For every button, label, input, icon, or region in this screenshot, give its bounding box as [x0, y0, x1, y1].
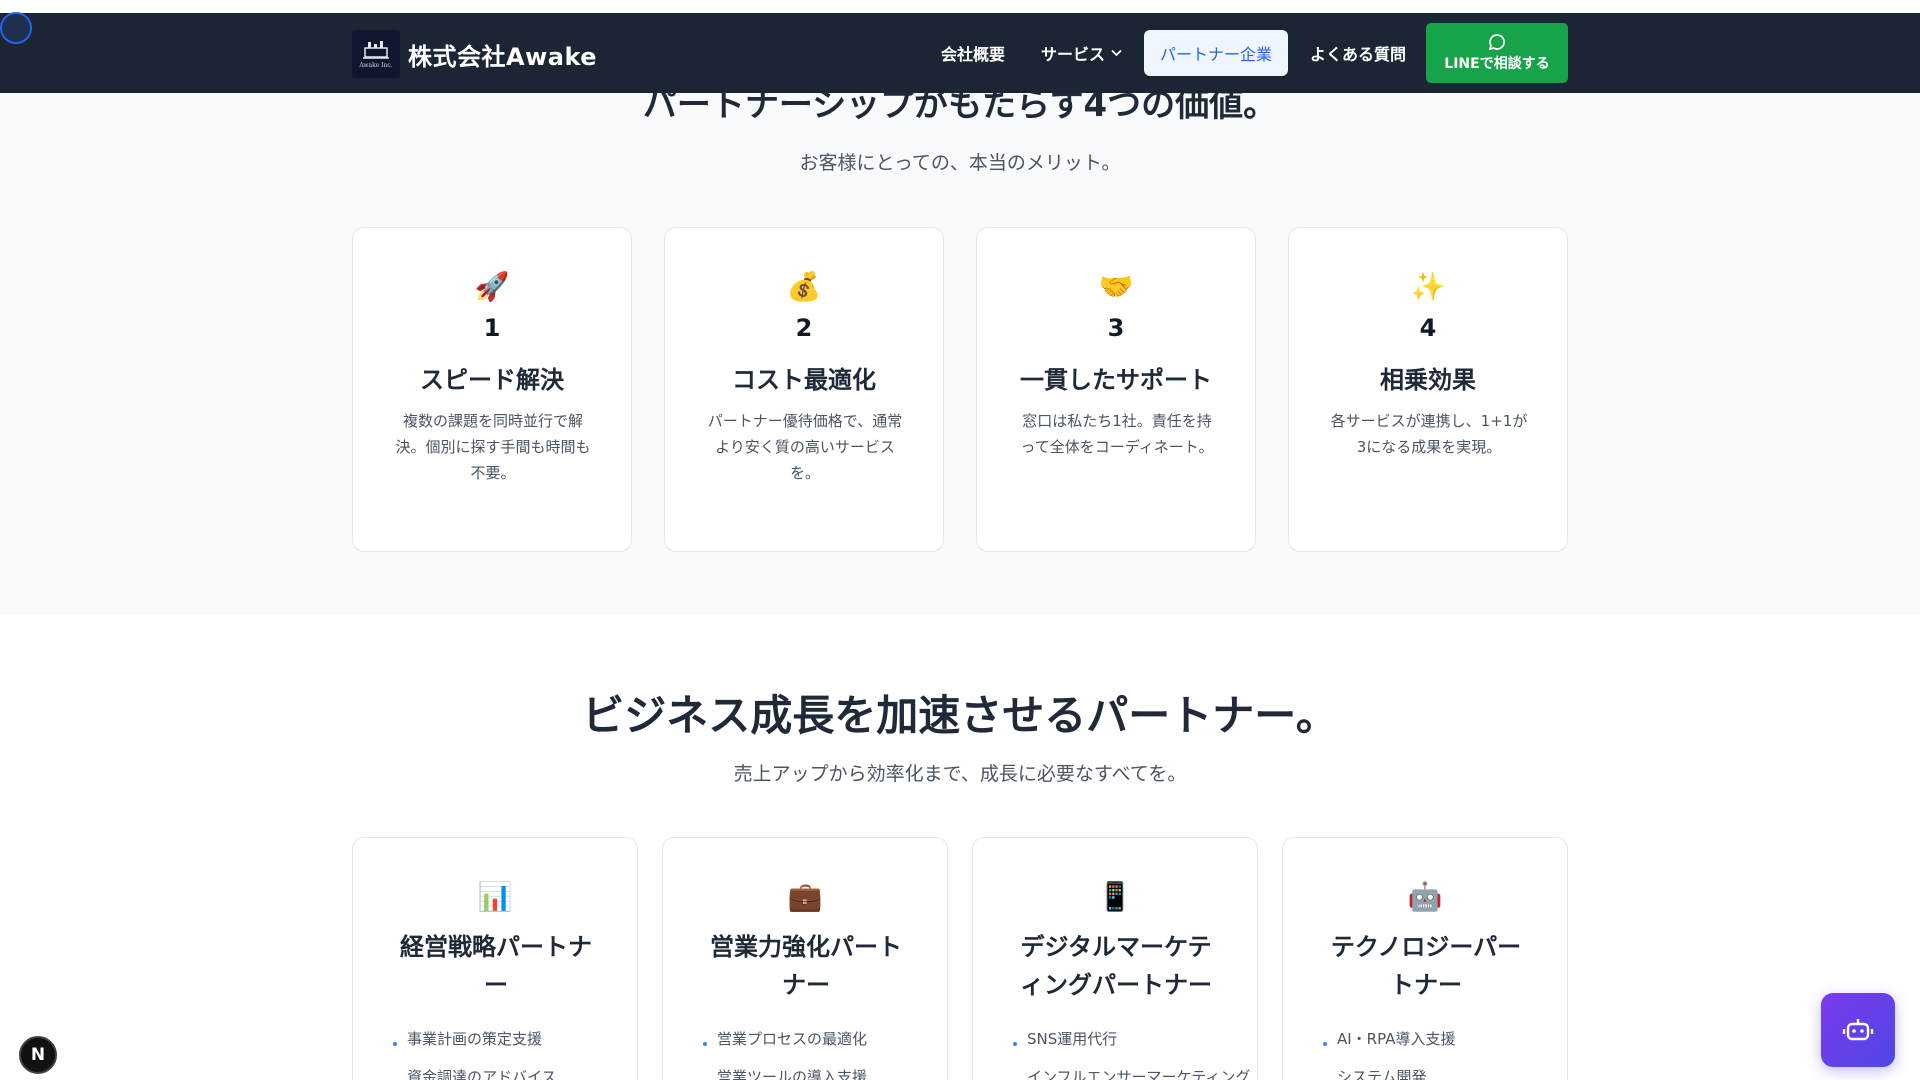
value-card-speed: 🚀 1 スピード解決 複数の課題を同時並行で解決。個別に探す手間も時間も不要。	[352, 227, 632, 552]
handshake-icon: 🤝	[1098, 270, 1134, 303]
partner-card-technology[interactable]: 🤖 テクノロジーパートナー AI・RPA導入支援 システム開発	[1282, 837, 1568, 1080]
partner-card-strategy[interactable]: 📊 経営戦略パートナー 事業計画の策定支援 資金調達のアドバイス	[352, 837, 638, 1080]
bot-icon	[1842, 1019, 1874, 1041]
nav-faq[interactable]: よくある質問	[1310, 41, 1406, 65]
list-item: 事業計画の策定支援	[393, 1020, 613, 1058]
chatbot-button[interactable]	[1821, 993, 1895, 1067]
value-desc: 複数の課題を同時並行で解決。個別に探す手間も時間も不要。	[395, 412, 591, 482]
value-desc: 窓口は私たち1社。責任を持って全体をコーディネート。	[1020, 412, 1214, 456]
company-logo: Awake Inc.	[352, 30, 400, 78]
line-consult-button[interactable]: LINEで相談する	[1426, 23, 1568, 83]
mobile-phone-icon: 📱	[1097, 880, 1133, 913]
list-item: 資金調達のアドバイス	[393, 1058, 613, 1080]
value-number: 3	[1107, 314, 1125, 342]
value-number: 2	[795, 314, 813, 342]
nav-company-label: 会社概要	[940, 45, 1005, 64]
main-nav: 会社概要 サービス パートナー企業 よくある質問 LINEで相談する	[905, 23, 1568, 83]
value-title: 一貫したサポート	[1020, 366, 1212, 394]
list-item: AI・RPA導入支援	[1323, 1020, 1543, 1058]
list-item: 営業ツールの導入支援	[703, 1058, 923, 1080]
partner-title: 営業力強化パートナー	[710, 933, 902, 999]
partner-list: 事業計画の策定支援 資金調達のアドバイス	[393, 1020, 613, 1080]
partner-list: 営業プロセスの最適化 営業ツールの導入支援	[703, 1020, 923, 1080]
partner-card-digital-marketing[interactable]: 📱 デジタルマーケティングパートナー SNS運用代行 インフルエンサーマーケティ…	[972, 837, 1258, 1080]
list-item: システム開発	[1323, 1058, 1543, 1080]
line-consult-label: LINEで相談する	[1444, 56, 1550, 72]
site-header: Awake Inc. 株式会社Awake 会社概要 サービス パートナー企業 よ…	[0, 13, 1920, 93]
partner-card-sales[interactable]: 💼 営業力強化パートナー 営業プロセスの最適化 営業ツールの導入支援	[662, 837, 948, 1080]
values-subtitle: お客様にとっての、本当のメリット。	[799, 152, 1121, 174]
robot-icon: 🤖	[1407, 880, 1443, 913]
list-item: インフルエンサーマーケティング	[1013, 1058, 1250, 1080]
nav-faq-label: よくある質問	[1309, 45, 1406, 64]
cursor-indicator	[0, 12, 32, 44]
partner-list: SNS運用代行 インフルエンサーマーケティング	[1013, 1020, 1250, 1080]
nav-services[interactable]: サービス	[1041, 41, 1122, 65]
dev-tools-badge[interactable]: N	[19, 1036, 57, 1074]
nav-services-label: サービス	[1040, 45, 1105, 64]
value-number: 1	[483, 314, 501, 342]
factory-logo-icon	[363, 41, 389, 59]
bar-chart-icon: 📊	[477, 880, 513, 913]
logo-subtext: Awake Inc.	[359, 62, 393, 69]
chat-bubble-icon	[1488, 34, 1505, 51]
sparkles-icon: ✨	[1410, 270, 1446, 303]
value-title: スピード解決	[420, 366, 564, 394]
partner-list: AI・RPA導入支援 システム開発	[1323, 1020, 1543, 1080]
top-strip	[0, 0, 1920, 13]
partners-title: ビジネス成長を加速させるパートナー。	[582, 691, 1338, 740]
values-section: パートナーシップがもたらす4つの価値。 お客様にとっての、本当のメリット。 🚀 …	[0, 85, 1920, 615]
list-item: SNS運用代行	[1013, 1020, 1233, 1058]
money-bag-icon: 💰	[786, 270, 822, 303]
brand-name: 株式会社Awake	[408, 42, 598, 71]
value-desc: パートナー優待価格で、通常より安く質の高いサービスを。	[707, 412, 903, 482]
partner-title: デジタルマーケティングパートナー	[1020, 933, 1212, 999]
partner-title: テクノロジーパートナー	[1330, 933, 1522, 999]
page: Awake Inc. 株式会社Awake 会社概要 サービス パートナー企業 よ…	[0, 0, 1920, 1080]
value-card-synergy: ✨ 4 相乗効果 各サービスが連携し、1+1が3になる成果を実現。	[1288, 227, 1568, 552]
value-card-cost: 💰 2 コスト最適化 パートナー優待価格で、通常より安く質の高いサービスを。	[664, 227, 944, 552]
chevron-down-icon	[1111, 47, 1122, 60]
rocket-icon: 🚀	[474, 270, 510, 303]
partners-subtitle: 売上アップから効率化まで、成長に必要なすべてを。	[733, 763, 1187, 785]
partner-title: 経営戦略パートナー	[400, 933, 592, 999]
nav-company[interactable]: 会社概要	[941, 41, 1005, 65]
list-item: 営業プロセスの最適化	[703, 1020, 923, 1058]
briefcase-icon: 💼	[787, 880, 823, 913]
value-title: コスト最適化	[732, 366, 876, 394]
nav-partners[interactable]: パートナー企業	[1143, 30, 1288, 76]
value-card-support: 🤝 3 一貫したサポート 窓口は私たち1社。責任を持って全体をコーディネート。	[976, 227, 1256, 552]
value-number: 4	[1419, 314, 1437, 342]
value-desc: 各サービスが連携し、1+1が3になる成果を実現。	[1330, 412, 1528, 456]
brand-link[interactable]: Awake Inc. 株式会社Awake	[352, 30, 597, 78]
nav-partners-label: パートナー企業	[1159, 45, 1272, 64]
value-title: 相乗効果	[1380, 366, 1476, 394]
